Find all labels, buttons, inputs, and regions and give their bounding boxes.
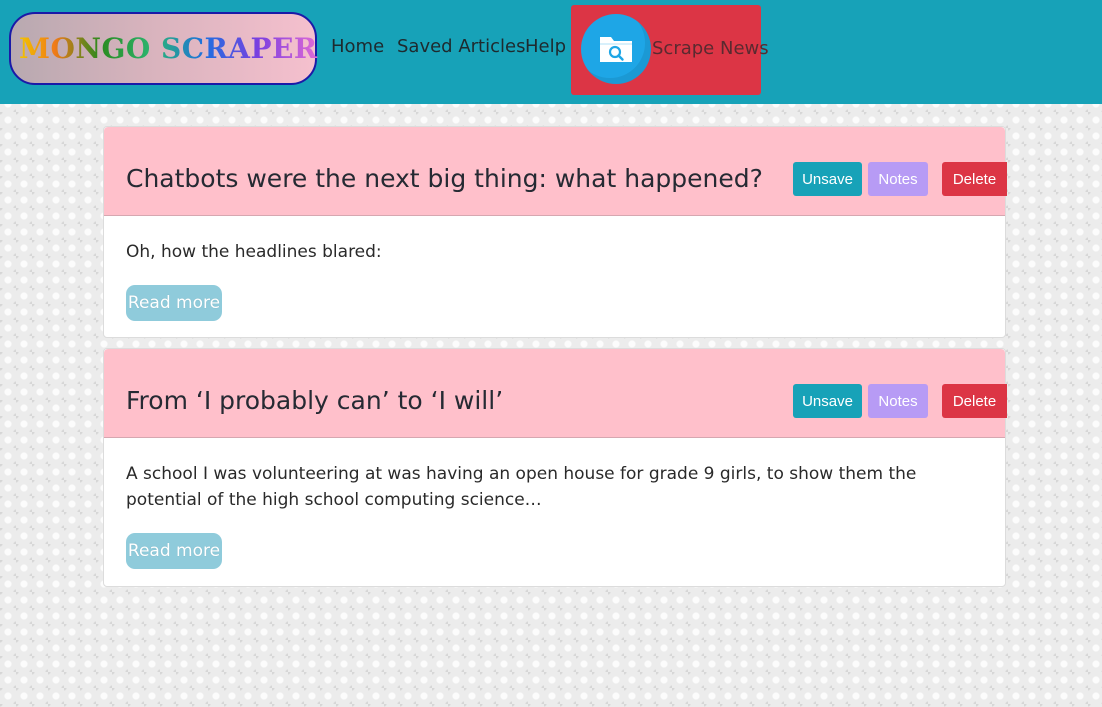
read-more-button[interactable]: Read more: [126, 533, 222, 569]
nav-link-home[interactable]: Home: [331, 36, 384, 57]
brand-text: MONGO SCRAPER: [19, 32, 318, 65]
article-summary: A school I was volunteering at was havin…: [126, 464, 917, 510]
notes-button[interactable]: Notes: [868, 384, 928, 418]
read-more-button[interactable]: Read more: [126, 285, 222, 321]
article-title: Chatbots were the next big thing: what h…: [126, 164, 763, 193]
scrape-news-button[interactable]: Scrape News: [571, 5, 769, 95]
scrape-news-label: Scrape News: [652, 38, 769, 59]
delete-button[interactable]: Delete: [942, 162, 1007, 196]
navbar: MONGO SCRAPER Home Saved Articles Help S…: [0, 0, 1102, 104]
article-card: Chatbots were the next big thing: what h…: [103, 126, 1007, 338]
nav-link-help[interactable]: Help: [525, 36, 566, 57]
unsave-button[interactable]: Unsave: [793, 384, 862, 418]
nav-link-saved-articles[interactable]: Saved Articles: [397, 36, 525, 57]
folder-search-icon: [581, 14, 651, 84]
article-summary: Oh, how the headlines blared:: [126, 242, 382, 262]
article-card: From ‘I probably can’ to ‘I will’ Unsave…: [103, 348, 1007, 587]
unsave-button[interactable]: Unsave: [793, 162, 862, 196]
article-title: From ‘I probably can’ to ‘I will’: [126, 386, 504, 415]
delete-button[interactable]: Delete: [942, 384, 1007, 418]
notes-button[interactable]: Notes: [868, 162, 928, 196]
brand-logo[interactable]: MONGO SCRAPER: [9, 12, 317, 85]
article-card-header: From ‘I probably can’ to ‘I will’ Unsave…: [104, 349, 1007, 438]
article-card-header: Chatbots were the next big thing: what h…: [104, 127, 1007, 216]
